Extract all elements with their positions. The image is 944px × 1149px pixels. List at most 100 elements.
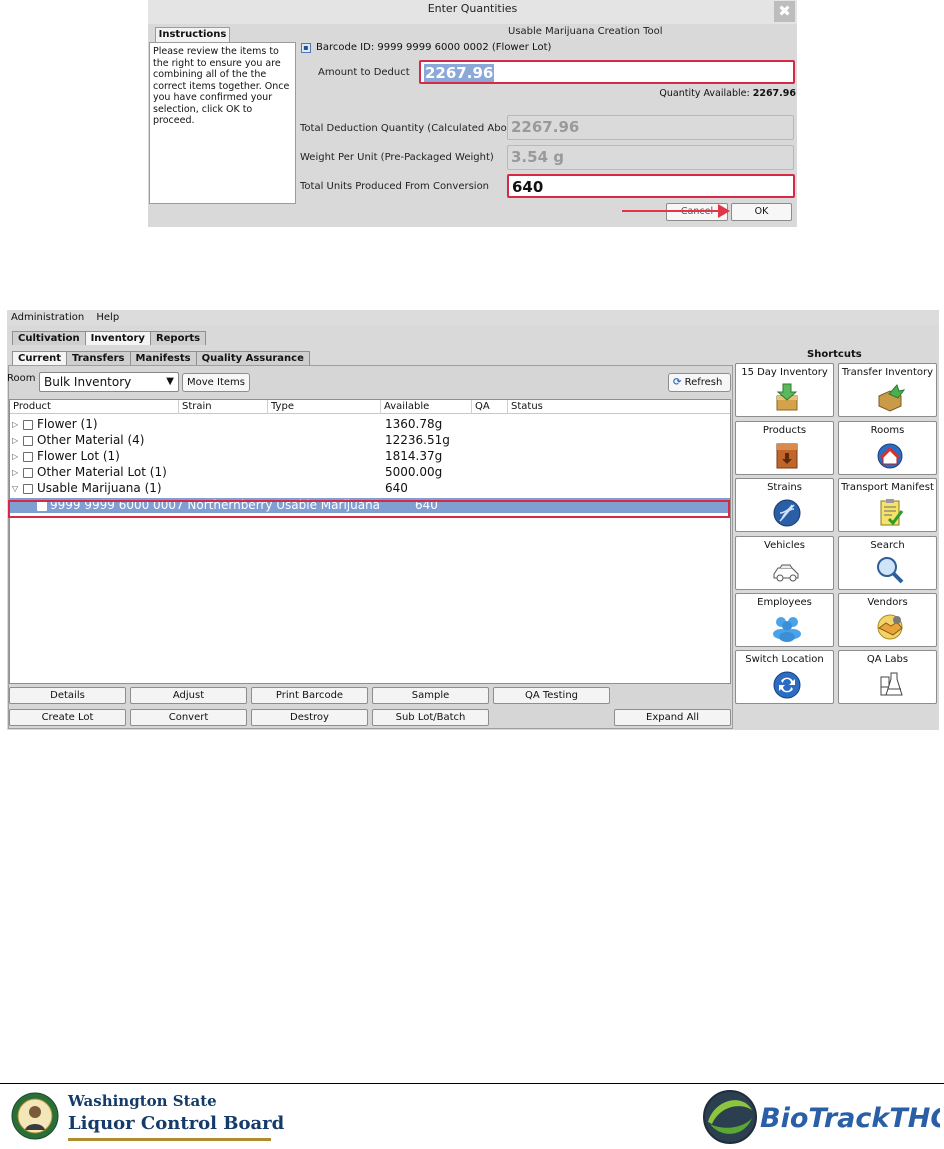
convert-button[interactable]: Convert: [130, 709, 247, 726]
shortcut-vendors[interactable]: Vendors: [838, 593, 937, 647]
biotrack-wordmark: BioTrackTHC: [760, 1103, 940, 1134]
shortcut-transfer-inventory[interactable]: Transfer Inventory: [838, 363, 937, 417]
menubar: Administration Help: [7, 310, 939, 326]
move-items-button[interactable]: Move Items: [182, 373, 250, 392]
tab-current[interactable]: Current: [12, 351, 68, 365]
table-row[interactable]: ▷ Other Material (4) 12236.51g: [10, 433, 730, 448]
row-checkbox[interactable]: [23, 484, 33, 494]
table-row[interactable]: ▷ Flower Lot (1) 1814.37g: [10, 449, 730, 464]
inventory-tree: Product Strain Type Available QA Status …: [9, 399, 731, 684]
col-qa[interactable]: QA: [472, 400, 508, 414]
shortcut-qa-labs[interactable]: QA Labs: [838, 650, 937, 704]
refresh-icon: ⟳: [673, 377, 682, 388]
ok-button[interactable]: OK: [731, 203, 792, 221]
total-deduction-field: 2267.96: [507, 115, 794, 140]
amount-label: Amount to Deduct: [318, 67, 410, 78]
tab-manifests[interactable]: Manifests: [129, 351, 197, 365]
destroy-button[interactable]: Destroy: [251, 709, 368, 726]
search-icon: [877, 557, 904, 584]
menu-administration[interactable]: Administration: [11, 312, 84, 323]
room-select[interactable]: Bulk Inventory ▼: [39, 372, 179, 392]
sub-tabs: Current Transfers Manifests Quality Assu…: [12, 351, 310, 365]
row-checkbox[interactable]: [23, 452, 33, 462]
tab-inventory[interactable]: Inventory: [84, 331, 151, 345]
expand-icon[interactable]: ▷: [12, 449, 18, 464]
row-product: Other Material Lot (1): [37, 465, 167, 479]
vendors-handshake-icon: [877, 614, 903, 640]
sub-lot-batch-button[interactable]: Sub Lot/Batch: [372, 709, 489, 726]
shortcut-vehicles[interactable]: Vehicles: [735, 536, 834, 590]
instructions-text: Please review the items to the right to …: [149, 42, 296, 204]
tab-reports[interactable]: Reports: [149, 331, 207, 345]
shortcut-strains[interactable]: Strains: [735, 478, 834, 532]
shortcuts-title: Shortcuts: [807, 349, 862, 360]
shortcut-transport-manifest[interactable]: Transport Manifest: [838, 478, 937, 532]
barcode-icon: ▪: [301, 42, 311, 53]
tab-transfers[interactable]: Transfers: [66, 351, 131, 365]
box-transfer-icon: [878, 384, 905, 412]
selection-highlight-box: [8, 500, 730, 518]
wa-lcb-line2: Liquor Control Board: [68, 1113, 285, 1134]
col-status[interactable]: Status: [508, 400, 732, 414]
shortcut-label: Vehicles: [764, 540, 805, 551]
shortcut-label: QA Labs: [866, 654, 909, 665]
switch-location-icon: [773, 671, 801, 699]
total-units-input[interactable]: 640: [507, 174, 795, 198]
shortcut-label: Search: [870, 540, 905, 551]
create-lot-button[interactable]: Create Lot: [9, 709, 126, 726]
wa-lcb-underline: [68, 1138, 271, 1141]
details-button[interactable]: Details: [9, 687, 126, 704]
col-type[interactable]: Type: [268, 400, 381, 414]
shortcut-label: Transfer Inventory: [841, 367, 934, 378]
print-barcode-button[interactable]: Print Barcode: [251, 687, 368, 704]
amount-to-deduct-input[interactable]: 2267.96: [419, 60, 795, 84]
sample-button[interactable]: Sample: [372, 687, 489, 704]
row-available: 1360.78g: [385, 417, 443, 431]
row-checkbox[interactable]: [23, 436, 33, 446]
row-checkbox[interactable]: [23, 468, 33, 478]
row-available: 1814.37g: [385, 449, 443, 463]
shortcut-search[interactable]: Search: [838, 536, 937, 590]
shortcut-products[interactable]: Products: [735, 421, 834, 475]
menu-help[interactable]: Help: [96, 312, 119, 323]
clipboard-check-icon: [880, 499, 904, 526]
room-label: Room: [7, 373, 36, 384]
room-selected-value: Bulk Inventory: [44, 375, 132, 389]
barcode-label: Barcode ID: 9999 9999 6000 0002 (Flower …: [316, 42, 552, 53]
refresh-label: Refresh: [684, 377, 723, 388]
barcode-row: ▪ Barcode ID: 9999 9999 6000 0002 (Flowe…: [301, 42, 551, 53]
col-strain[interactable]: Strain: [179, 400, 268, 414]
row-checkbox[interactable]: [23, 420, 33, 430]
expand-icon[interactable]: ▷: [12, 417, 18, 432]
expand-all-button[interactable]: Expand All: [614, 709, 731, 726]
table-row[interactable]: ▽ Usable Marijuana (1) 640: [10, 481, 730, 496]
qa-testing-button[interactable]: QA Testing: [493, 687, 610, 704]
shortcut-rooms[interactable]: Rooms: [838, 421, 937, 475]
shortcut-label: Strains: [767, 482, 802, 493]
table-row[interactable]: ▷ Flower (1) 1360.78g: [10, 417, 730, 432]
dna-globe-icon: [773, 499, 801, 527]
expand-icon[interactable]: ▷: [12, 433, 18, 448]
collapse-icon[interactable]: ▽: [12, 481, 18, 496]
shortcut-switch-location[interactable]: Switch Location: [735, 650, 834, 704]
quantity-available-label: Quantity Available:: [659, 88, 750, 99]
expand-icon[interactable]: ▷: [12, 465, 18, 480]
row-available: 5000.00g: [385, 465, 443, 479]
table-row[interactable]: ▷ Other Material Lot (1) 5000.00g: [10, 465, 730, 480]
shortcut-label: Products: [762, 425, 807, 436]
col-available[interactable]: Available: [381, 400, 472, 414]
biotrackthc-logo-icon: BioTrackTHC: [703, 1090, 940, 1144]
inventory-window: Administration Help Cultivation Inventor…: [7, 310, 939, 730]
tab-cultivation[interactable]: Cultivation: [12, 331, 86, 345]
shortcut-label: Switch Location: [745, 654, 824, 665]
adjust-button[interactable]: Adjust: [130, 687, 247, 704]
close-icon[interactable]: ✖: [774, 1, 795, 22]
shortcut-employees[interactable]: Employees: [735, 593, 834, 647]
shortcut-label: Rooms: [870, 425, 905, 436]
col-product[interactable]: Product: [10, 400, 179, 414]
row-product: Flower Lot (1): [37, 449, 120, 463]
tab-instructions[interactable]: Instructions: [155, 27, 230, 42]
tab-quality-assurance[interactable]: Quality Assurance: [195, 351, 310, 365]
refresh-button[interactable]: ⟳ Refresh: [668, 373, 731, 392]
shortcut-15-day-inventory[interactable]: 15 Day Inventory: [735, 363, 834, 417]
